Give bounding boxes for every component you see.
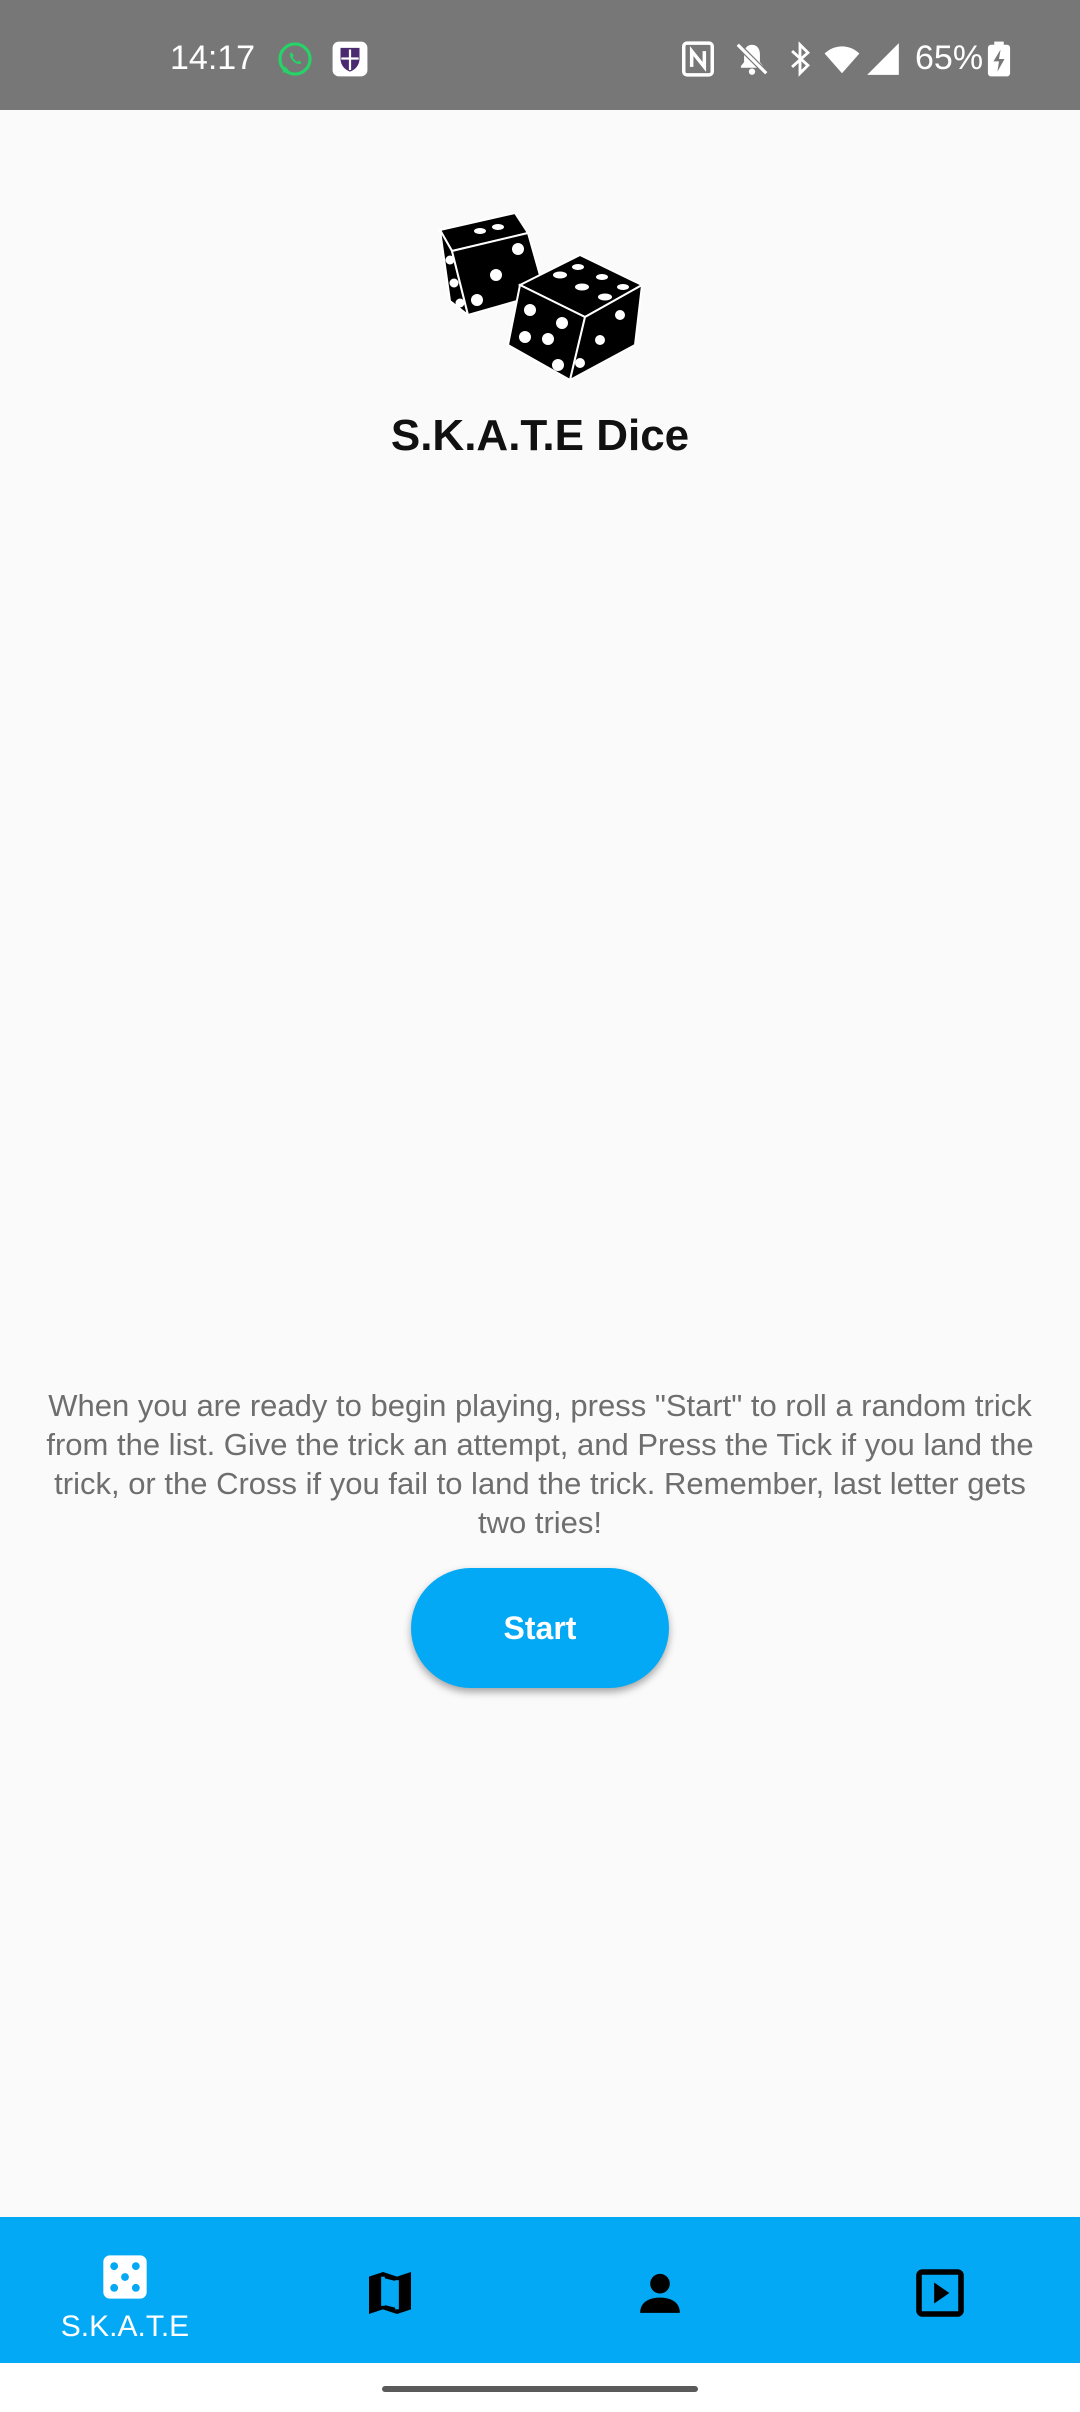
nav-item-skate[interactable]: S.K.A.T.E [0, 2217, 270, 2363]
home-indicator[interactable] [382, 2386, 698, 2392]
status-bar: 14:17 65% [0, 0, 1080, 110]
app-screen: 14:17 65% S.K.A.T.E Dice When you are re… [0, 0, 1080, 2412]
play-box-icon [916, 2269, 964, 2317]
person-icon [640, 2273, 680, 2313]
whatsapp-icon [278, 42, 312, 76]
battery-charging-icon [987, 41, 1011, 77]
mute-icon [735, 42, 769, 76]
status-time: 14:17 [170, 39, 256, 77]
bluetooth-icon [791, 41, 810, 77]
start-button[interactable]: Start [411, 1568, 669, 1688]
shield-app-icon [332, 41, 368, 77]
app-title: S.K.A.T.E Dice [390, 411, 690, 460]
battery-percentage: 65% [915, 39, 984, 77]
nav-item-videos[interactable] [810, 2217, 1080, 2363]
dice-logo-icon [438, 211, 645, 382]
signal-icon [867, 43, 899, 75]
nav-item-map[interactable] [270, 2217, 540, 2363]
nav-item-profile[interactable] [540, 2217, 810, 2363]
nfc-icon [682, 41, 714, 77]
instructions-text: When you are ready to begin playing, pre… [46, 1388, 1034, 1540]
nav-label-skate: S.K.A.T.E [60, 2310, 190, 2343]
wifi-icon [824, 46, 860, 74]
bottom-navigation: S.K.A.T.E [0, 2217, 1080, 2363]
dice-icon [103, 2255, 147, 2299]
map-icon [369, 2272, 411, 2314]
